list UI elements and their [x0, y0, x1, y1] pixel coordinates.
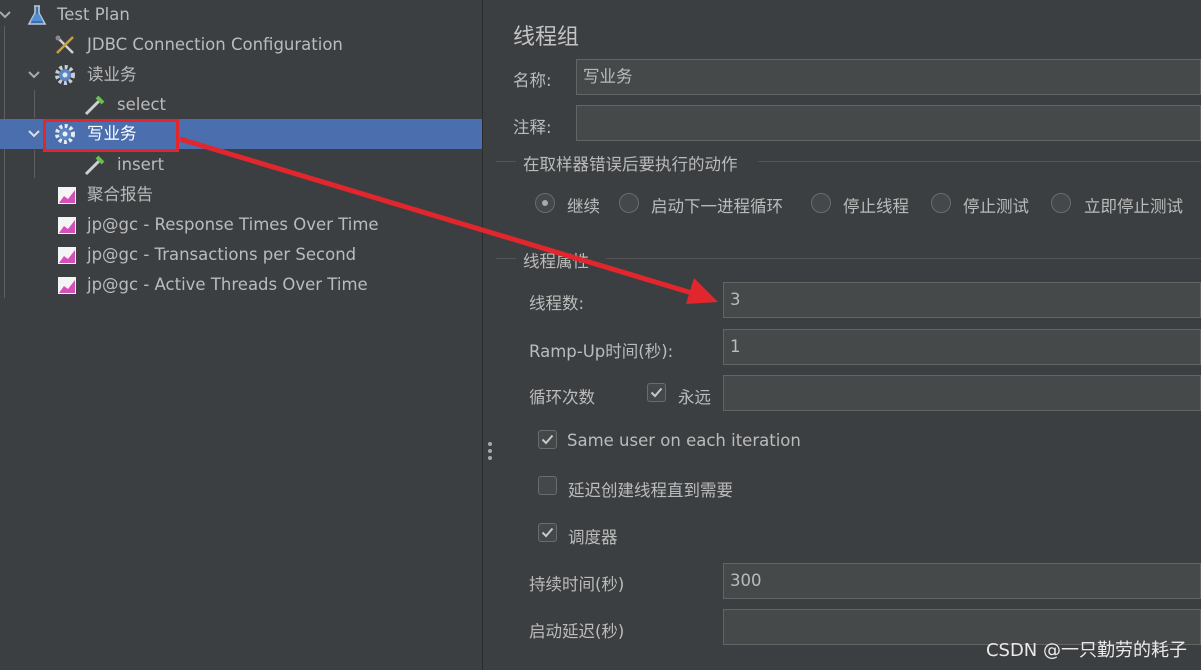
radio-continue[interactable]	[535, 193, 555, 213]
tree-item-insert[interactable]: insert	[0, 150, 482, 180]
forever-checkbox[interactable]	[647, 383, 666, 402]
section-divider	[496, 258, 516, 259]
panel-splitter[interactable]	[482, 0, 495, 670]
chart-icon	[58, 247, 76, 264]
tree-item-label: Test Plan	[57, 5, 130, 24]
radio-label: 启动下一进程循环	[651, 197, 783, 216]
props-section-title: 线程属性	[523, 252, 589, 271]
name-field[interactable]: 写业务	[576, 59, 1201, 95]
tree-item-jdbc-config[interactable]: JDBC Connection Configuration	[0, 30, 482, 60]
test-plan-tree: Test Plan JDBC Connection Configuration …	[0, 0, 482, 670]
tree-item-label: JDBC Connection Configuration	[87, 35, 343, 54]
tree-item-label: insert	[117, 155, 165, 174]
gear-icon	[55, 65, 75, 85]
tree-item-test-plan[interactable]: Test Plan	[0, 0, 482, 30]
tree-item-label: jp@gc - Transactions per Second	[87, 245, 357, 264]
tree-item-aggregate-report[interactable]: 聚合报告	[0, 180, 482, 210]
wrench-icon	[55, 35, 74, 54]
section-divider	[496, 161, 516, 162]
tree-item-transactions-per-second[interactable]: jp@gc - Transactions per Second	[0, 240, 482, 270]
same-user-checkbox[interactable]	[538, 430, 557, 449]
chart-icon	[58, 217, 76, 234]
tree-item-label: jp@gc - Response Times Over Time	[87, 215, 379, 234]
startup-delay-label: 启动延迟(秒)	[529, 622, 625, 641]
sampler-icon	[84, 95, 105, 116]
grip-dot	[488, 449, 492, 453]
radio-stop-test-now[interactable]	[1051, 193, 1071, 213]
sampler-icon	[84, 155, 105, 176]
name-label: 名称:	[513, 71, 552, 90]
comment-field[interactable]	[576, 105, 1201, 141]
radio-label: 立即停止测试	[1084, 197, 1183, 216]
grip-dot	[488, 456, 492, 460]
section-divider	[606, 258, 1201, 259]
comment-label: 注释:	[513, 118, 552, 137]
rampup-label: Ramp-Up时间(秒):	[529, 342, 674, 361]
annotation-highlight-box	[43, 119, 179, 152]
threads-label: 线程数:	[529, 294, 585, 313]
scheduler-label: 调度器	[568, 528, 618, 547]
duration-label: 持续时间(秒)	[529, 575, 625, 594]
page-title: 线程组	[513, 25, 580, 50]
chart-icon	[58, 187, 76, 204]
radio-label: 停止测试	[963, 197, 1029, 216]
flask-icon	[27, 5, 47, 25]
tree-item-label: select	[117, 95, 167, 114]
scheduler-checkbox[interactable]	[538, 523, 557, 542]
threads-field[interactable]: 3	[723, 282, 1201, 318]
watermark: CSDN @一只勤劳的耗子	[985, 640, 1187, 661]
chevron-down-icon[interactable]	[27, 127, 41, 141]
rampup-field[interactable]: 1	[723, 329, 1201, 365]
error-section-title: 在取样器错误后要执行的动作	[523, 155, 738, 174]
delay-label: 延迟创建线程直到需要	[568, 481, 733, 500]
radio-start-next-loop[interactable]	[619, 193, 639, 213]
section-divider	[758, 161, 1201, 162]
chevron-down-icon[interactable]	[27, 68, 41, 82]
radio-stop-test[interactable]	[931, 193, 951, 213]
chevron-down-icon[interactable]	[0, 8, 12, 22]
tree-item-active-threads[interactable]: jp@gc - Active Threads Over Time	[0, 270, 482, 300]
loop-count-field[interactable]	[723, 375, 1201, 411]
tree-item-read-business[interactable]: 读业务	[0, 60, 482, 90]
tree-item-label: 聚合报告	[87, 185, 153, 204]
radio-stop-thread[interactable]	[811, 193, 831, 213]
duration-field[interactable]: 300	[723, 563, 1201, 599]
tree-item-label: 读业务	[87, 65, 137, 84]
delay-thread-creation-checkbox[interactable]	[538, 476, 557, 495]
radio-label: 继续	[567, 197, 600, 216]
tree-item-label: jp@gc - Active Threads Over Time	[87, 275, 368, 294]
tree-item-response-times[interactable]: jp@gc - Response Times Over Time	[0, 210, 482, 240]
grip-dot	[488, 442, 492, 446]
thread-group-form: 线程组 名称: 写业务 注释: 在取样器错误后要执行的动作 继续 启动下一进程循…	[496, 0, 1201, 670]
same-user-label: Same user on each iteration	[567, 431, 801, 450]
radio-label: 停止线程	[843, 197, 909, 216]
tree-item-select[interactable]: select	[0, 90, 482, 120]
chart-icon	[58, 277, 76, 294]
forever-label: 永远	[678, 388, 711, 407]
loop-label: 循环次数	[529, 388, 595, 407]
